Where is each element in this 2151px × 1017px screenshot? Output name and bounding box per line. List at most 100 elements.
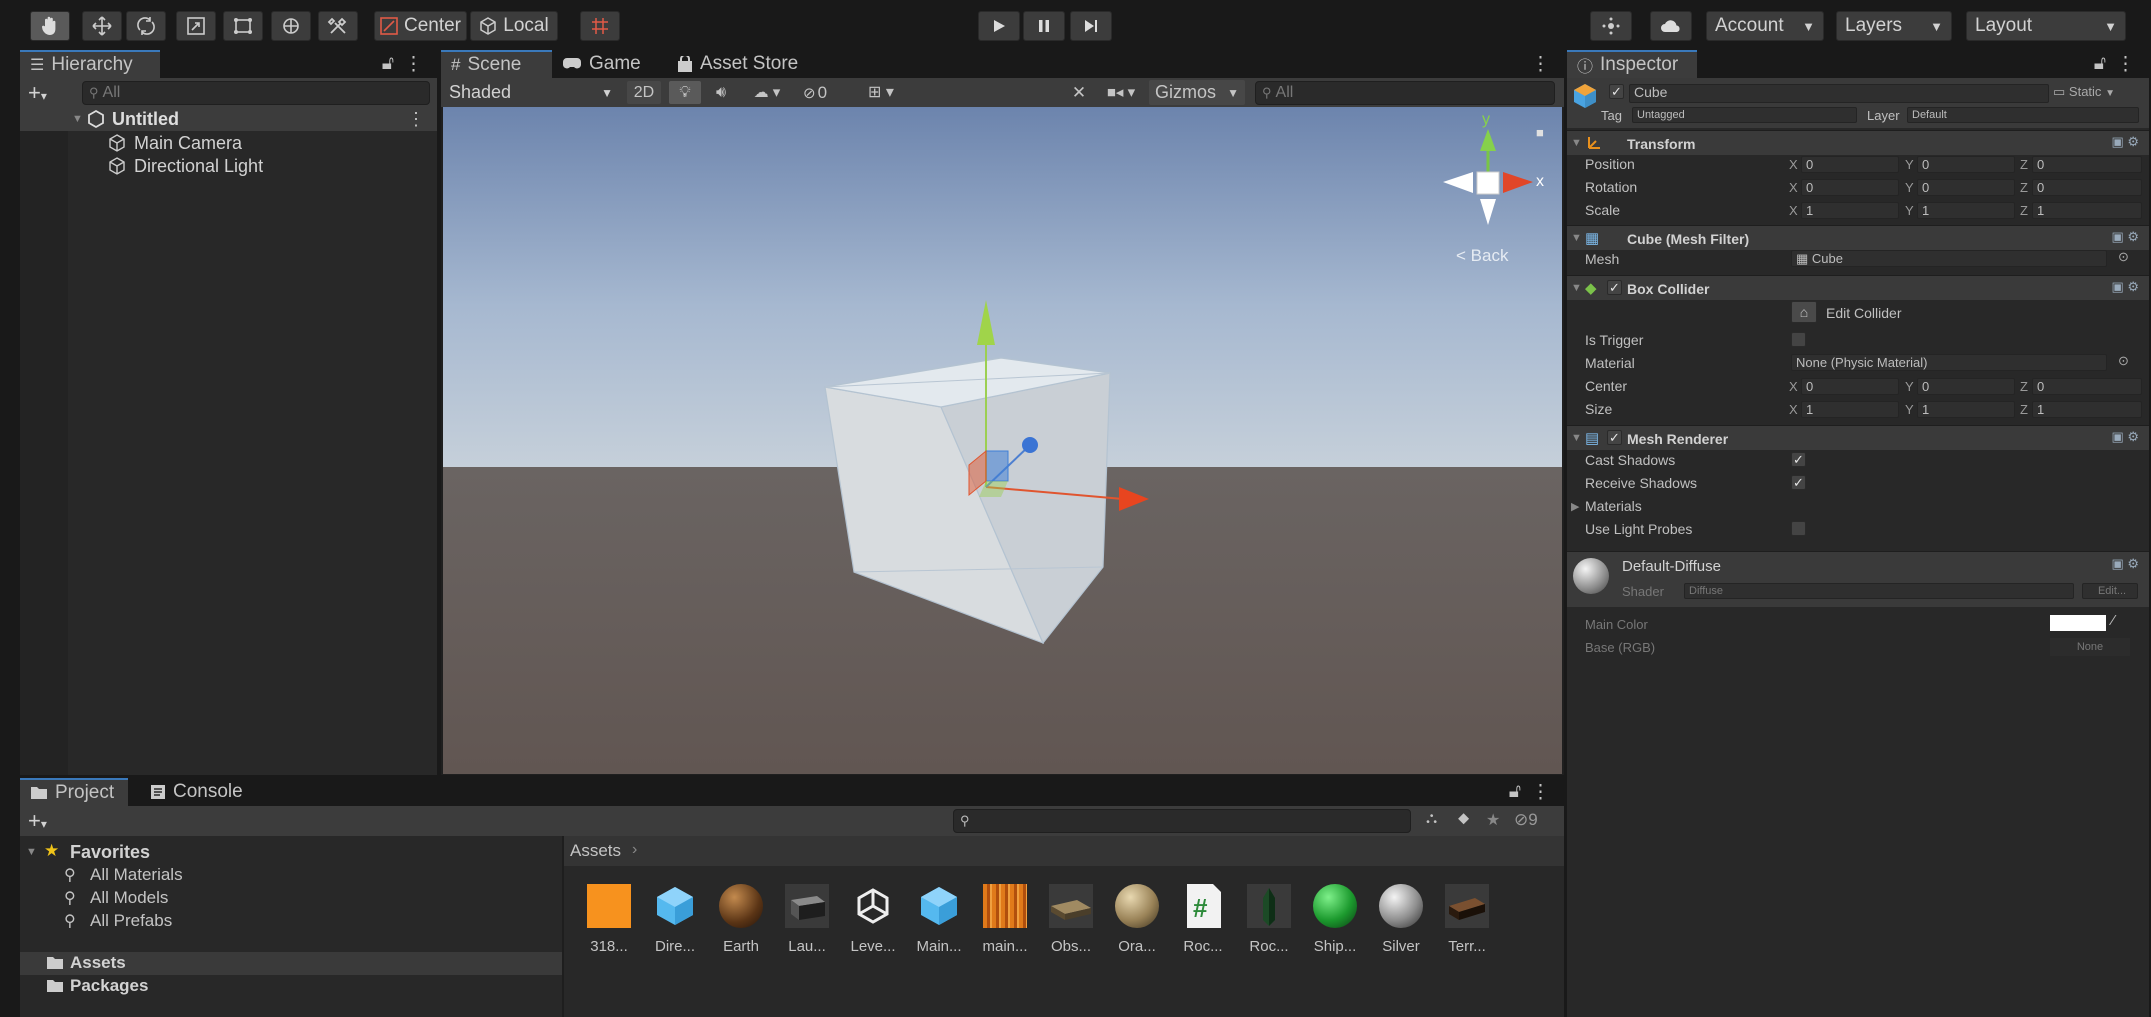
active-checkbox[interactable]: ✓	[1609, 84, 1624, 99]
more-options-icon[interactable]: ⋮	[1531, 53, 1550, 76]
tab-console[interactable]: Console	[140, 778, 270, 806]
asset-item[interactable]: Silver	[1374, 884, 1428, 955]
shader-edit-button[interactable]: Edit...	[2082, 583, 2138, 599]
step-button[interactable]	[1070, 11, 1112, 41]
collab-button[interactable]	[1590, 11, 1632, 41]
mesh-renderer-enabled-checkbox[interactable]: ✓	[1607, 430, 1622, 445]
asset-item[interactable]: Terr...	[1440, 884, 1494, 955]
position-y-field[interactable]: 0	[1917, 156, 2015, 173]
position-z-field[interactable]: 0	[2032, 156, 2142, 173]
collapse-arrow-icon[interactable]: ▼	[1571, 232, 1582, 244]
materials-foldout[interactable]: Materials	[1585, 498, 1642, 514]
asset-item[interactable]: # Roc...	[1176, 884, 1230, 955]
box-collider-header[interactable]: ▼ ◆ ✓ Box Collider ▣ ⚙	[1567, 275, 2149, 300]
hierarchy-item[interactable]: Directional Light	[20, 155, 437, 178]
asset-item[interactable]: Ship...	[1308, 884, 1362, 955]
asset-item[interactable]: main...	[978, 884, 1032, 955]
rotation-z-field[interactable]: 0	[2032, 179, 2142, 196]
gizmo-lock-icon[interactable]: ■	[1536, 125, 1544, 140]
grid-dropdown[interactable]: ⊞ ▾	[855, 81, 907, 104]
expand-arrow-icon[interactable]: ▼	[26, 846, 37, 858]
create-button[interactable]: +▾	[28, 80, 47, 106]
breadcrumb-assets[interactable]: Assets	[570, 841, 621, 861]
folder-item-packages[interactable]: Packages	[20, 975, 562, 998]
scene-viewport[interactable]: y x ■ < Back	[443, 107, 1562, 774]
favorites-label[interactable]: Favorites	[70, 842, 150, 863]
scale-tool-button[interactable]	[176, 11, 216, 41]
asset-item[interactable]: Dire...	[648, 884, 702, 955]
center-z-field[interactable]: 0	[2032, 378, 2142, 395]
component-settings-icon[interactable]: ▣ ⚙	[2111, 134, 2139, 150]
create-asset-button[interactable]: +▾	[28, 808, 47, 834]
scale-y-field[interactable]: 1	[1917, 202, 2015, 219]
is-trigger-checkbox[interactable]	[1791, 332, 1806, 347]
expand-arrow-icon[interactable]: ▼	[72, 113, 83, 125]
favorite-star-icon[interactable]: ★	[1486, 810, 1500, 830]
more-options-icon[interactable]: ⋮	[2116, 53, 2135, 76]
scale-x-field[interactable]: 1	[1801, 202, 1899, 219]
asset-item[interactable]: Ora...	[1110, 884, 1164, 955]
mesh-renderer-header[interactable]: ▼ ▤ ✓ Mesh Renderer ▣ ⚙	[1567, 425, 2149, 450]
back-view-label[interactable]: < Back	[1456, 246, 1509, 265]
asset-item[interactable]: Main...	[912, 884, 966, 955]
lock-icon[interactable]: 🔓︎	[382, 53, 394, 75]
center-x-field[interactable]: 0	[1801, 378, 1899, 395]
lock-icon[interactable]: 🔓︎	[2094, 53, 2106, 75]
box-collider-enabled-checkbox[interactable]: ✓	[1607, 280, 1622, 295]
effects-dropdown[interactable]: ☁︎ ▾	[741, 81, 793, 104]
component-settings-icon[interactable]: ▣ ⚙	[2111, 279, 2139, 295]
component-settings-icon[interactable]: ▣ ⚙	[2111, 429, 2139, 445]
size-y-field[interactable]: 1	[1917, 401, 2015, 418]
tab-scene[interactable]: # Scene	[441, 50, 552, 78]
gizmos-dropdown[interactable]: Gizmos ▼	[1149, 80, 1245, 105]
camera-dropdown[interactable]: ■◂ ▾	[1097, 81, 1145, 104]
2d-toggle-button[interactable]: 2D	[627, 81, 661, 104]
position-x-field[interactable]: 0	[1801, 156, 1899, 173]
rect-tool-button[interactable]	[223, 11, 263, 41]
move-tool-button[interactable]	[82, 11, 122, 41]
size-z-field[interactable]: 1	[2032, 401, 2142, 418]
receive-shadows-checkbox[interactable]: ✓	[1791, 475, 1806, 490]
hand-tool-button[interactable]	[30, 11, 70, 41]
tab-project[interactable]: Project	[20, 778, 128, 806]
layout-dropdown[interactable]: Layout ▼	[1966, 11, 2126, 41]
main-color-swatch[interactable]	[2050, 615, 2106, 631]
asset-item[interactable]: Lau...	[780, 884, 834, 955]
collapse-arrow-icon[interactable]: ▼	[1571, 432, 1582, 444]
transform-tool-button[interactable]	[271, 11, 311, 41]
lock-icon[interactable]: 🔓︎	[1509, 781, 1521, 803]
favorite-item[interactable]: All Materials	[90, 865, 183, 885]
filter-by-label-icon[interactable]: ⬥	[1458, 810, 1469, 828]
account-dropdown[interactable]: Account ▼	[1706, 11, 1824, 41]
asset-item[interactable]: Leve...	[846, 884, 900, 955]
cloud-button[interactable]	[1650, 11, 1692, 41]
lighting-toggle[interactable]: 💡︎	[669, 81, 701, 104]
tab-asset-store[interactable]: Asset Store	[667, 50, 817, 78]
project-search-input[interactable]: ⚲	[953, 809, 1411, 833]
hierarchy-item[interactable]: Main Camera	[20, 132, 437, 155]
rotation-x-field[interactable]: 0	[1801, 179, 1899, 196]
collapse-arrow-icon[interactable]: ▼	[1571, 137, 1582, 149]
asset-item[interactable]: Obs...	[1044, 884, 1098, 955]
scene-search-input[interactable]: ⚲ All	[1255, 81, 1555, 105]
asset-item[interactable]: Roc...	[1242, 884, 1296, 955]
tag-dropdown[interactable]: Untagged	[1632, 107, 1857, 123]
play-button[interactable]	[978, 11, 1020, 41]
physic-material-field[interactable]: None (Physic Material)	[1791, 354, 2107, 371]
custom-tool-button[interactable]	[318, 11, 358, 41]
tab-hierarchy[interactable]: ☰ Hierarchy	[20, 50, 160, 78]
object-picker-icon[interactable]: ⊙	[2118, 249, 2129, 265]
layer-dropdown[interactable]: Default	[1907, 107, 2139, 123]
hidden-packages-toggle[interactable]: ⊘9	[1514, 810, 1538, 830]
rotation-y-field[interactable]: 0	[1917, 179, 2015, 196]
grid-snapping-button[interactable]	[580, 11, 620, 41]
audio-toggle[interactable]: 🔊︎	[705, 81, 737, 104]
cast-shadows-checkbox[interactable]: ✓	[1791, 452, 1806, 467]
layers-dropdown[interactable]: Layers ▼	[1836, 11, 1952, 41]
edit-collider-button[interactable]: ⌂	[1791, 301, 1817, 323]
pause-button[interactable]	[1023, 11, 1065, 41]
static-toggle[interactable]: ▭ Static ▼	[2053, 84, 2115, 100]
transform-header[interactable]: ▼ Transform ▣ ⚙	[1567, 130, 2149, 155]
favorite-item[interactable]: All Prefabs	[90, 911, 172, 931]
mesh-object-field[interactable]: ▦ Cube	[1791, 250, 2107, 267]
